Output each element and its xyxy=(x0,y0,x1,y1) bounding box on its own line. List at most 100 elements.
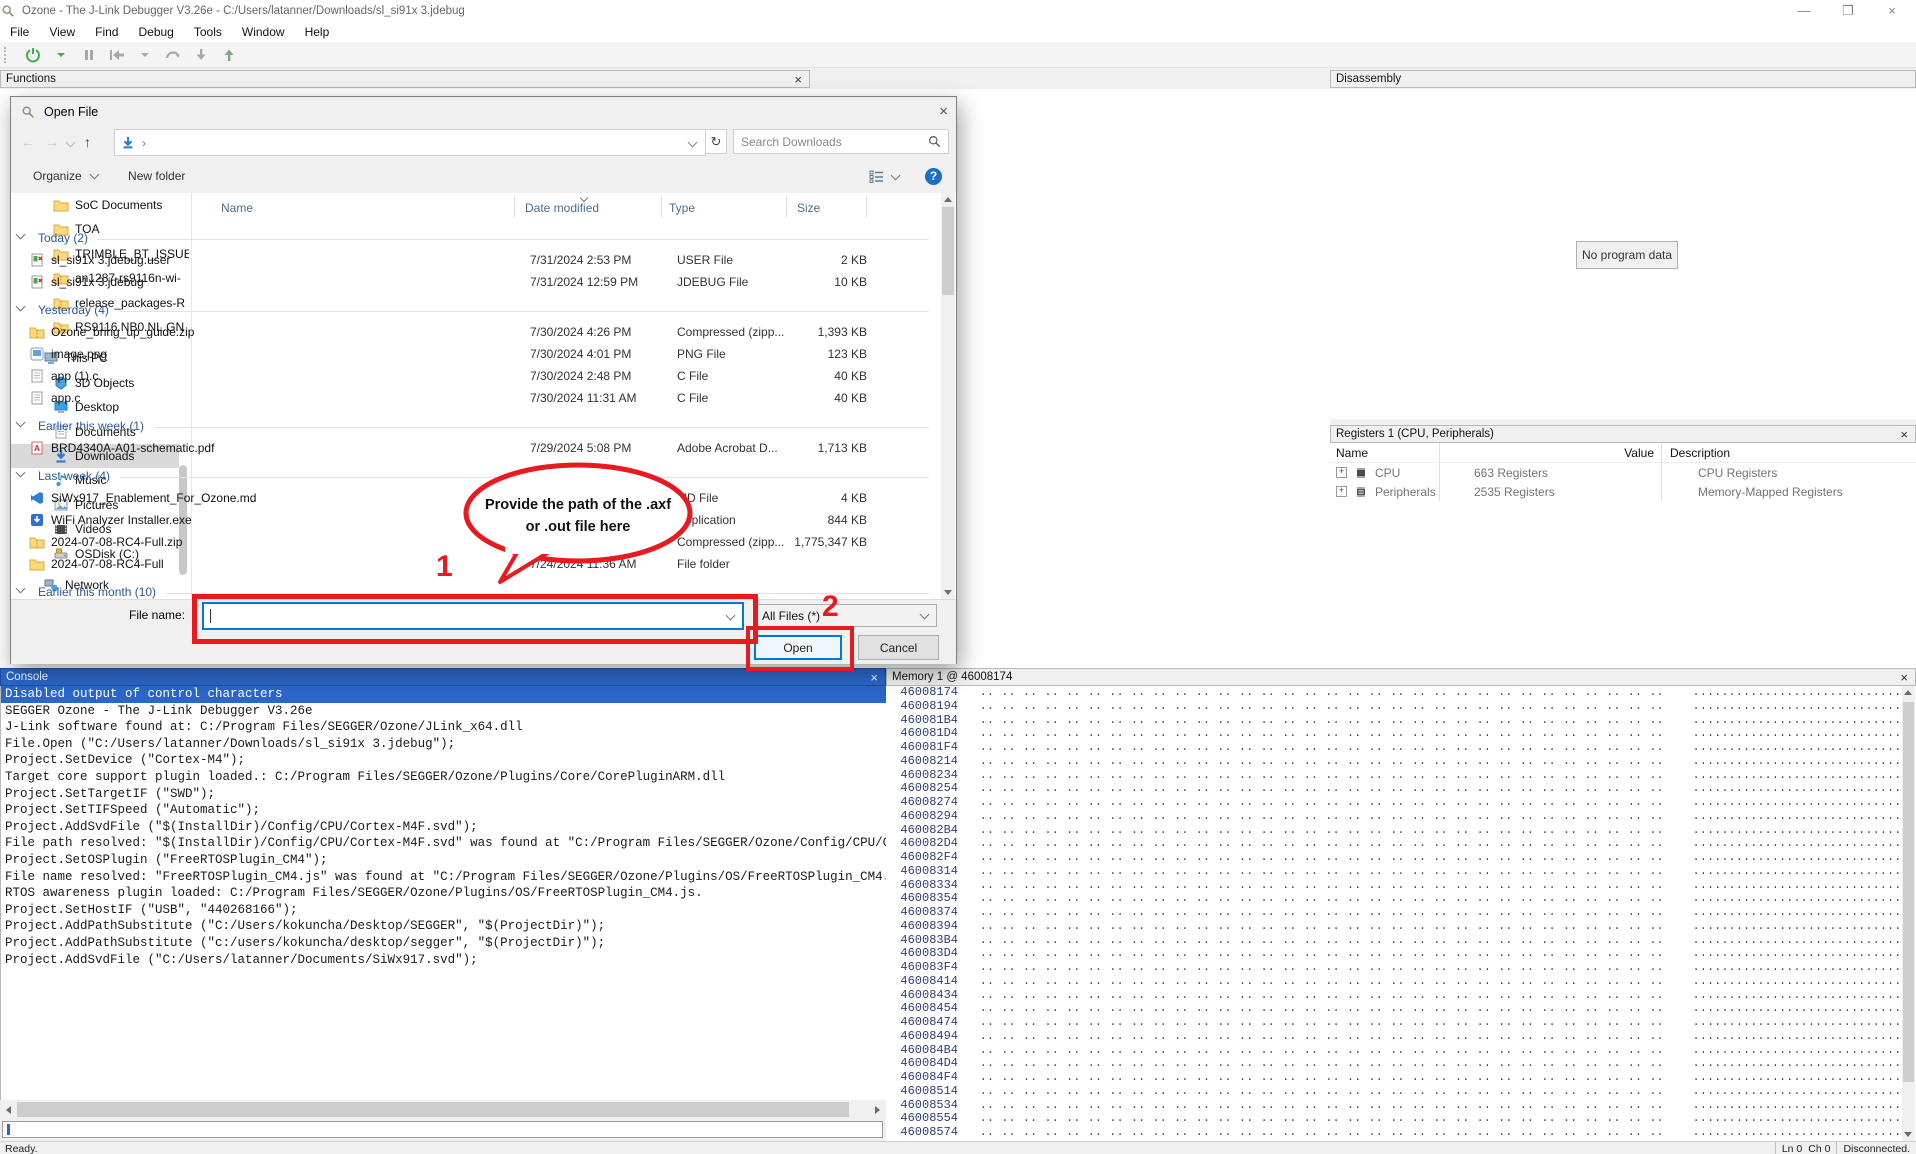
memory-close-icon[interactable]: × xyxy=(1898,671,1910,684)
power-debug-icon[interactable] xyxy=(24,46,42,64)
dialog-close-icon[interactable]: × xyxy=(939,103,948,120)
registers-column-description[interactable]: Description xyxy=(1670,446,1730,460)
column-header-size[interactable]: Size xyxy=(797,201,820,215)
console-line: Project.SetTargetIF ("SWD"); xyxy=(1,786,886,803)
file-date: 7/31/2024 12:59 PM xyxy=(530,271,638,293)
column-header-date[interactable]: Date modified xyxy=(525,201,599,215)
filename-input[interactable] xyxy=(202,602,744,630)
power-dropdown-icon[interactable] xyxy=(52,46,70,64)
register-description: CPU Registers xyxy=(1698,466,1777,480)
console-line: Project.SetTIFSpeed ("Automatic"); xyxy=(1,802,886,819)
file-row-sl-si91x-3-jdebug[interactable]: sl_si91x 3.jdebug7/31/2024 12:59 PMJDEBU… xyxy=(11,271,941,293)
file-row-app-c[interactable]: app.c7/30/2024 11:31 AMC File40 KB xyxy=(11,387,941,409)
column-header-name[interactable]: Name xyxy=(221,201,253,215)
refresh-icon[interactable]: ↻ xyxy=(705,129,727,154)
ozone-doc-icon xyxy=(29,274,45,290)
group-collapse-icon[interactable] xyxy=(16,302,26,312)
group-collapse-icon[interactable] xyxy=(16,230,26,240)
registers-column-name[interactable]: Name xyxy=(1336,446,1436,460)
menu-help[interactable]: Help xyxy=(295,23,340,41)
file-name: app (1).c xyxy=(51,369,98,383)
register-row-cpu[interactable]: +CPU663 RegistersCPU Registers xyxy=(1330,463,1916,482)
column-header-type[interactable]: Type xyxy=(669,201,695,215)
cancel-button[interactable]: Cancel xyxy=(858,635,939,660)
nav-up-icon[interactable]: ↑ xyxy=(84,134,91,150)
restore-button[interactable]: ❐ xyxy=(1826,0,1870,22)
memory-bytes: .. .. .. .. .. .. .. .. .. .. .. .. .. .… xyxy=(958,865,1916,878)
filename-dropdown-icon xyxy=(726,610,736,620)
group-header-earlier-this-week-1[interactable]: Earlier this week (1) xyxy=(11,409,941,437)
reset-icon[interactable] xyxy=(108,46,126,64)
file-type: USER File xyxy=(677,249,733,271)
memory-row: 46008294 .. .. .. .. .. .. .. .. .. .. .… xyxy=(886,810,1916,824)
registers-close-icon[interactable]: × xyxy=(1898,428,1910,441)
console-close-icon[interactable]: × xyxy=(868,671,880,684)
address-dropdown-icon[interactable] xyxy=(688,138,698,148)
toolbar-grip[interactable] xyxy=(4,47,10,63)
step-over-icon[interactable] xyxy=(164,46,182,64)
registers-column-value[interactable]: Value xyxy=(1436,446,1662,460)
group-collapse-icon[interactable] xyxy=(16,468,26,478)
group-header-yesterday-4[interactable]: Yesterday (4) xyxy=(11,293,941,321)
functions-close-icon[interactable]: × xyxy=(792,73,804,86)
file-row-brd4340a-a01-schematic-pdf[interactable]: ABRD4340A-A01-schematic.pdf7/29/2024 5:0… xyxy=(11,437,941,459)
reset-dropdown-icon[interactable] xyxy=(136,46,154,64)
register-row-peripherals[interactable]: +Peripherals2535 RegistersMemory-Mapped … xyxy=(1330,482,1916,501)
file-row-siwx917-enablement-for-ozone-md[interactable]: SiWx917_Enablement_For_Ozone.mdMD File4 … xyxy=(11,487,941,509)
address-bar[interactable]: › xyxy=(114,129,706,156)
file-row-image-png[interactable]: image.png7/30/2024 4:01 PMPNG File123 KB xyxy=(11,343,941,365)
menu-window[interactable]: Window xyxy=(232,23,295,41)
view-mode-icon[interactable] xyxy=(868,168,884,184)
open-button[interactable]: Open xyxy=(754,635,842,660)
organize-dropdown-icon xyxy=(90,170,100,180)
menu-file[interactable]: File xyxy=(0,23,39,41)
group-collapse-icon[interactable] xyxy=(16,584,26,594)
memory-vscrollbar[interactable] xyxy=(1902,686,1915,1141)
memory-address: 460083B4 xyxy=(886,934,958,947)
organize-button[interactable]: Organize xyxy=(33,169,98,183)
file-type: Application xyxy=(677,509,736,531)
nav-history-dropdown-icon[interactable] xyxy=(66,137,76,147)
group-header-today-2[interactable]: Today (2) xyxy=(11,221,941,249)
view-mode-dropdown-icon[interactable] xyxy=(891,170,901,180)
expand-icon[interactable]: + xyxy=(1336,486,1347,497)
memory-row: 46008474 .. .. .. .. .. .. .. .. .. .. .… xyxy=(886,1016,1916,1030)
c-file-icon xyxy=(29,368,45,384)
menu-debug[interactable]: Debug xyxy=(128,23,183,41)
help-icon[interactable]: ? xyxy=(925,168,942,185)
sidebar-item-soc-documents[interactable]: SoC Documents xyxy=(11,193,179,217)
step-into-icon[interactable] xyxy=(192,46,210,64)
group-collapse-icon[interactable] xyxy=(16,418,26,428)
pause-icon[interactable] xyxy=(80,46,98,64)
svg-text:A: A xyxy=(34,444,40,453)
new-folder-button[interactable]: New folder xyxy=(128,169,185,183)
nav-forward-icon[interactable]: → xyxy=(45,134,59,150)
minimize-button[interactable]: — xyxy=(1782,0,1826,22)
expand-icon[interactable]: + xyxy=(1336,467,1347,478)
console-hscrollbar[interactable] xyxy=(1,1100,885,1119)
console-command-input[interactable] xyxy=(2,1121,883,1138)
step-out-icon[interactable] xyxy=(220,46,238,64)
menu-find[interactable]: Find xyxy=(85,23,128,41)
file-row-2024-07-08-rc4-full[interactable]: 2024-07-08-RC4-Full7/24/2024 11:36 AMFil… xyxy=(11,553,941,575)
group-header-last-week-4[interactable]: Last week (4) xyxy=(11,459,941,487)
close-button[interactable]: × xyxy=(1870,0,1914,22)
file-row-2024-07-08-rc4-full-zip[interactable]: 2024-07-08-RC4-Full.zipCompressed (zipp.… xyxy=(11,531,941,553)
file-row-sl-si91x-3-jdebug-user[interactable]: sl_si91x 3.jdebug.user7/31/2024 2:53 PMU… xyxy=(11,249,941,271)
file-row-ozone-bring-up-guide-zip[interactable]: Ozone_bring_up_guide.zip7/30/2024 4:26 P… xyxy=(11,321,941,343)
nav-back-icon[interactable]: ← xyxy=(21,134,35,150)
folder-icon xyxy=(53,197,69,213)
menu-tools[interactable]: Tools xyxy=(184,23,232,41)
file-name: BRD4340A-A01-schematic.pdf xyxy=(51,441,214,455)
menu-view[interactable]: View xyxy=(39,23,85,41)
register-description: Memory-Mapped Registers xyxy=(1698,485,1843,499)
group-header-earlier-this-month-10[interactable]: Earlier this month (10) xyxy=(11,575,941,599)
file-row-wifi-analyzer-installer-exe[interactable]: WiFi Analyzer Installer.exeApplication84… xyxy=(11,509,941,531)
file-row-app-1-c[interactable]: app (1).c7/30/2024 2:48 PMC File40 KB xyxy=(11,365,941,387)
file-list-scrollbar[interactable] xyxy=(941,193,955,599)
memory-bytes: .. .. .. .. .. .. .. .. .. .. .. .. .. .… xyxy=(958,755,1916,768)
memory-address: 460082D4 xyxy=(886,837,958,850)
search-box[interactable]: Search Downloads xyxy=(733,129,949,154)
filetype-combo[interactable]: All Files (*) xyxy=(753,604,937,627)
console-line: J-Link software found at: C:/Program Fil… xyxy=(1,719,886,736)
